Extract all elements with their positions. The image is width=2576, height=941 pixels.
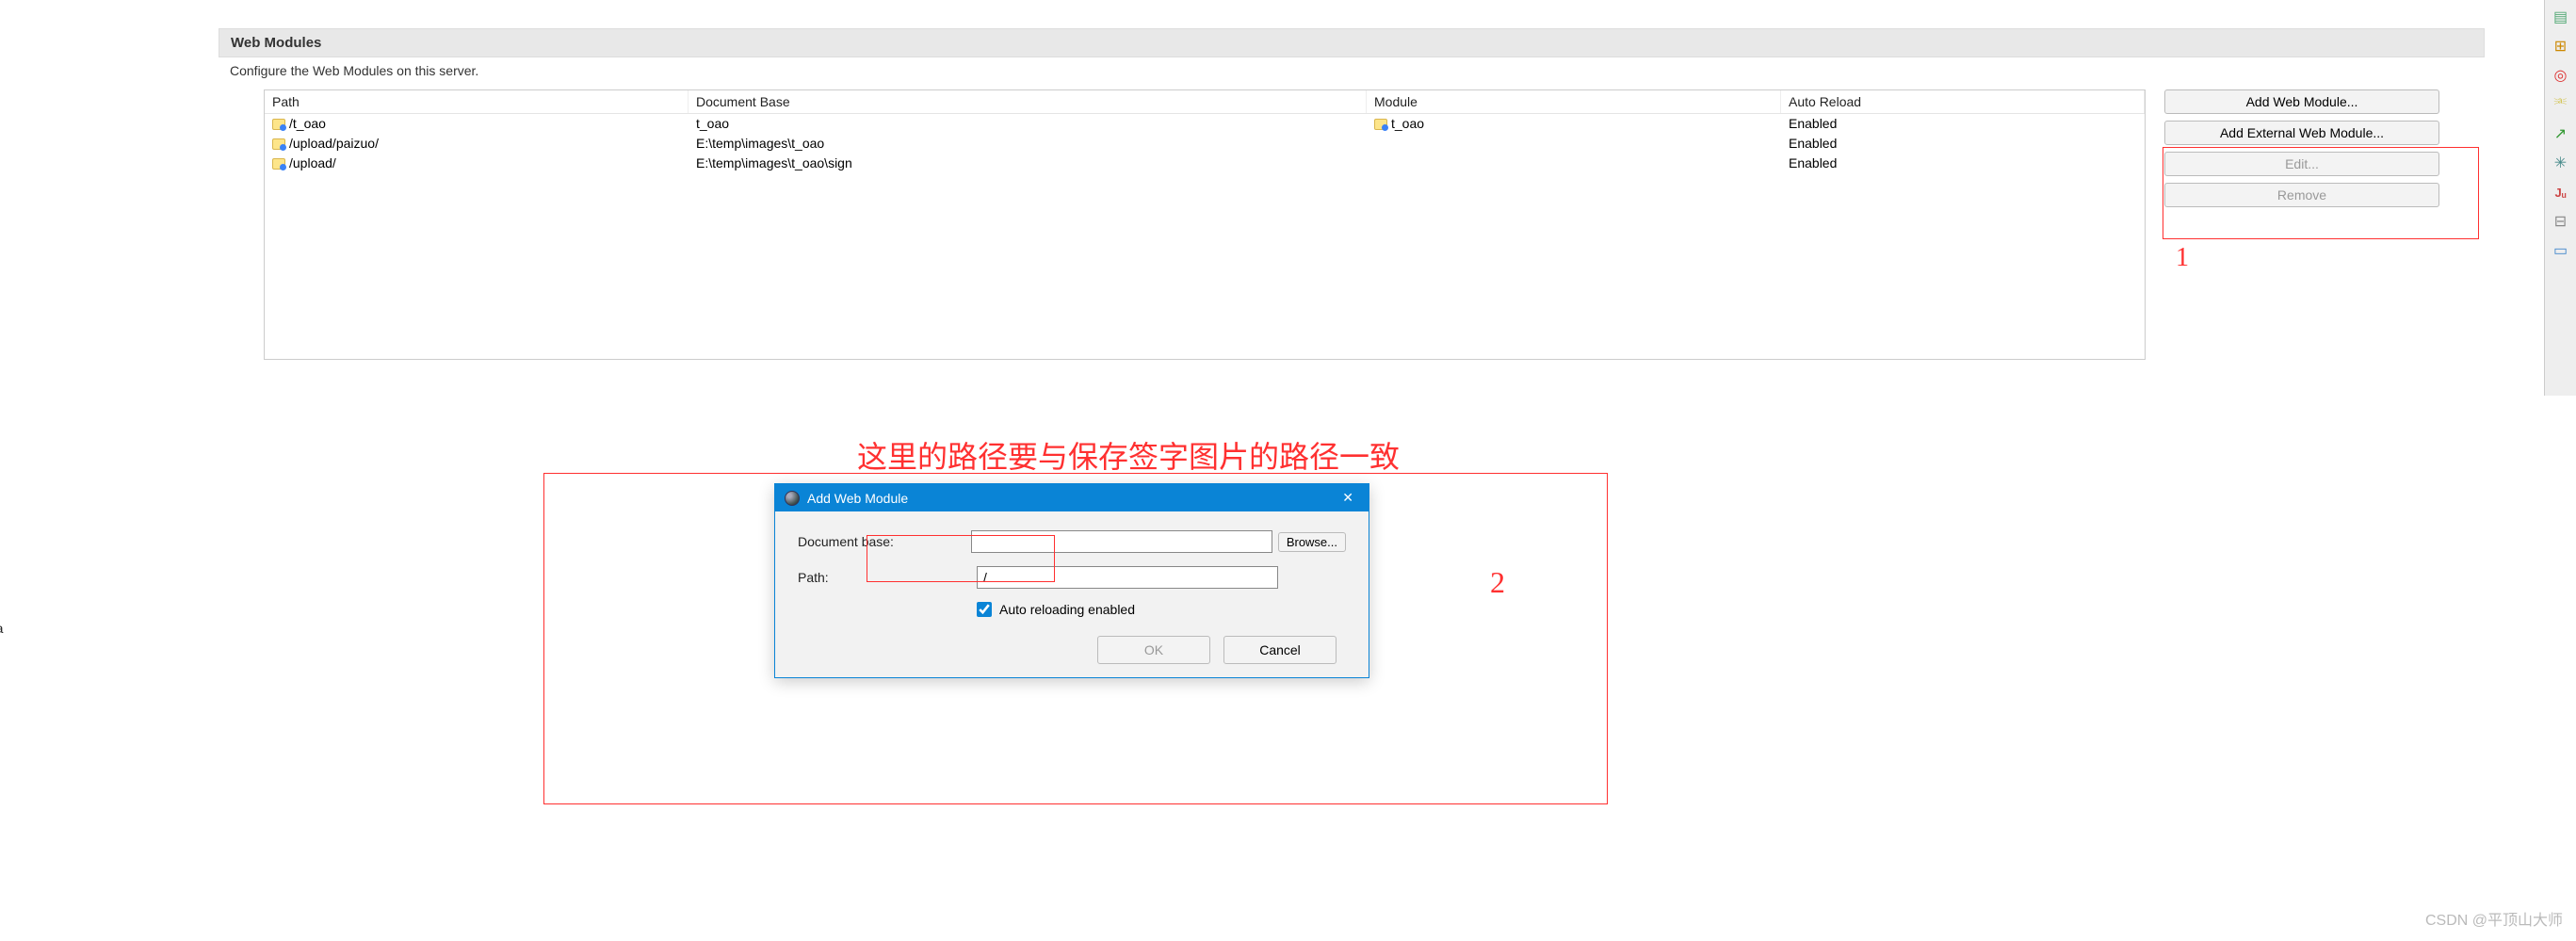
- cell-module: t_oao: [1391, 116, 1424, 131]
- ju-icon[interactable]: Jᵤ: [2550, 181, 2572, 203]
- close-icon[interactable]: ✕: [1337, 490, 1359, 506]
- folder-icon: [272, 119, 285, 130]
- table-row[interactable]: /t_oao t_oao t_oao Enabled: [265, 114, 2145, 134]
- watermark: CSDN @平顶山大师: [2425, 907, 2563, 930]
- col-header-path[interactable]: Path: [265, 90, 689, 113]
- auto-reloading-checkbox[interactable]: [977, 602, 992, 617]
- ok-button[interactable]: OK: [1097, 636, 1210, 664]
- arrow-icon[interactable]: ↗: [2550, 122, 2572, 145]
- folder-icon: [272, 158, 285, 170]
- cell-reload: Enabled: [1789, 155, 1837, 170]
- right-toolbar: ▤ ⊞ ◎ ⎃ ↗ ✳ Jᵤ ⊟ ▭: [2544, 0, 2576, 396]
- browse-button[interactable]: Browse...: [1278, 532, 1346, 552]
- col-header-module[interactable]: Module: [1367, 90, 1781, 113]
- table-row[interactable]: /upload/paizuo/E:\temp\images\t_oao Enabl…: [265, 134, 2145, 154]
- remove-button[interactable]: Remove: [2164, 183, 2439, 207]
- add-web-module-button[interactable]: Add Web Module...: [2164, 89, 2439, 114]
- cell-path: /upload/: [289, 155, 336, 170]
- tag-icon[interactable]: ⎃: [2550, 93, 2572, 116]
- auto-reloading-label: Auto reloading enabled: [999, 602, 1135, 617]
- dialog-title: Add Web Module: [807, 491, 908, 506]
- map-icon[interactable]: ⊞: [2550, 35, 2572, 57]
- outline-icon[interactable]: ▤: [2550, 6, 2572, 28]
- path-input[interactable]: [977, 566, 1278, 589]
- target-icon[interactable]: ◎: [2550, 64, 2572, 87]
- dialog-titlebar[interactable]: Add Web Module ✕: [775, 484, 1369, 511]
- folder-icon: [272, 138, 285, 150]
- annotation-number-1: 1: [2176, 243, 2189, 273]
- section-description: Configure the Web Modules on this server…: [219, 57, 2485, 89]
- annotation-note: 这里的路径要与保存签字图片的路径一致: [857, 433, 1400, 477]
- modules-table: Path Document Base Module Auto Reload /t…: [264, 89, 2146, 360]
- project-tree-fragment: va n.java: [0, 595, 3, 641]
- web-modules-panel: Web Modules Configure the Web Modules on…: [219, 28, 2485, 360]
- display-icon[interactable]: ▭: [2550, 239, 2572, 262]
- table-header: Path Document Base Module Auto Reload: [265, 90, 2145, 114]
- cell-reload: Enabled: [1789, 116, 1837, 131]
- cell-path: /upload/paizuo/: [289, 136, 379, 151]
- edit-button[interactable]: Edit...: [2164, 152, 2439, 176]
- cell-reload: Enabled: [1789, 136, 1837, 151]
- table-row[interactable]: /upload/E:\temp\images\t_oao\sign Enabled: [265, 154, 2145, 173]
- cell-docbase: E:\temp\images\t_oao: [696, 136, 824, 151]
- annotation-number-2: 2: [1490, 565, 1505, 600]
- cell-docbase: E:\temp\images\t_oao\sign: [696, 155, 852, 170]
- col-header-docbase[interactable]: Document Base: [689, 90, 1367, 113]
- section-title: Web Modules: [219, 28, 2485, 57]
- toolbox-icon[interactable]: ⊟: [2550, 210, 2572, 233]
- path-label: Path:: [798, 570, 977, 585]
- tree-item[interactable]: va: [0, 595, 3, 618]
- tree-item[interactable]: n.java: [0, 618, 3, 641]
- col-header-reload[interactable]: Auto Reload: [1781, 90, 2145, 113]
- module-icon: [1374, 119, 1387, 130]
- document-base-label: Document base:: [798, 534, 971, 549]
- add-web-module-dialog: Add Web Module ✕ Document base: Browse..…: [774, 483, 1369, 678]
- cancel-button[interactable]: Cancel: [1223, 636, 1337, 664]
- cell-docbase: t_oao: [696, 116, 729, 131]
- cell-path: /t_oao: [289, 116, 326, 131]
- side-buttons: Add Web Module... Add External Web Modul…: [2164, 89, 2439, 360]
- eclipse-icon: [785, 491, 800, 506]
- bug-icon[interactable]: ✳: [2550, 152, 2572, 174]
- document-base-input[interactable]: [971, 530, 1272, 553]
- add-external-web-module-button[interactable]: Add External Web Module...: [2164, 121, 2439, 145]
